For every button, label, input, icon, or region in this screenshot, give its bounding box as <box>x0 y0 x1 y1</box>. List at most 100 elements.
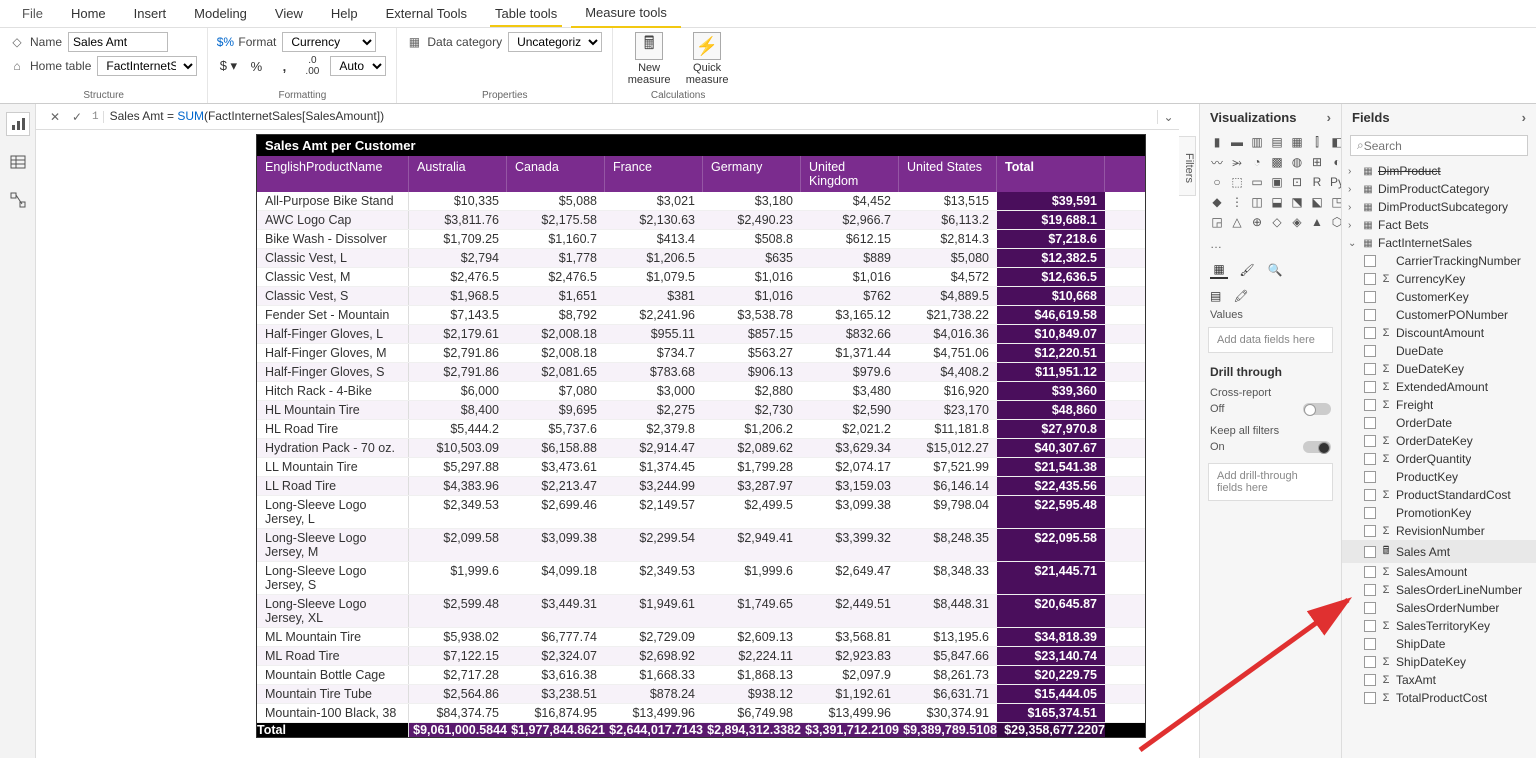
matrix-row[interactable]: Half-Finger Gloves, L$2,179.61$2,008.18$… <box>257 325 1145 344</box>
matrix-col-header[interactable]: Australia <box>409 156 507 192</box>
ribbon-tab-view[interactable]: View <box>261 0 317 27</box>
matrix-row[interactable]: Long-Sleeve Logo Jersey, M$2,099.58$3,09… <box>257 529 1145 562</box>
matrix-row[interactable]: Bike Wash - Dissolver$1,709.25$1,160.7$4… <box>257 230 1145 249</box>
matrix-col-header[interactable]: Germany <box>703 156 801 192</box>
field-checkbox[interactable] <box>1364 692 1376 704</box>
viz-more-button[interactable]: … <box>1200 233 1341 255</box>
viz-type-icon[interactable]: ◍ <box>1288 153 1306 171</box>
format-select[interactable]: Currency <box>282 32 376 52</box>
matrix-row[interactable]: HL Road Tire$5,444.2$5,737.6$2,379.8$1,2… <box>257 420 1145 439</box>
viz-type-icon[interactable]: ⊕ <box>1248 213 1266 231</box>
field-checkbox[interactable] <box>1364 453 1376 465</box>
fields-item[interactable]: SalesOrderNumber <box>1342 599 1536 617</box>
fields-item[interactable]: ΣDiscountAmount <box>1342 324 1536 342</box>
home-table-select[interactable]: FactInternetSales <box>97 56 197 76</box>
viz-type-icon[interactable]: ◫ <box>1248 193 1266 211</box>
fields-item[interactable]: ΣSalesOrderLineNumber <box>1342 581 1536 599</box>
viz-type-icon[interactable]: ⬕ <box>1308 193 1326 211</box>
viz-type-icon[interactable]: ⫿ <box>1308 133 1326 151</box>
currency-button[interactable]: $ ▾ <box>218 56 238 76</box>
drillthrough-well[interactable]: Add drill-through fields here <box>1208 463 1333 501</box>
ribbon-tab-file[interactable]: File <box>8 0 57 27</box>
fields-item[interactable]: ΣShipDateKey <box>1342 653 1536 671</box>
cross-report-toggle[interactable] <box>1303 403 1331 415</box>
fields-item[interactable]: ΣExtendedAmount <box>1342 378 1536 396</box>
matrix-row[interactable]: Half-Finger Gloves, S$2,791.86$2,081.65$… <box>257 363 1145 382</box>
fields-item[interactable]: ΣTotalProductCost <box>1342 689 1536 707</box>
field-checkbox[interactable] <box>1364 291 1376 303</box>
fields-item[interactable]: 🖩Sales Amt <box>1342 540 1536 563</box>
fields-item[interactable]: ΣRevisionNumber <box>1342 522 1536 540</box>
viz-type-icon[interactable]: ⋮ <box>1228 193 1246 211</box>
fields-item[interactable]: PromotionKey <box>1342 504 1536 522</box>
formula-input[interactable]: Sales Amt = SUM(FactInternetSales[SalesA… <box>104 109 1157 124</box>
decimals-select[interactable]: Auto <box>330 56 386 76</box>
matrix-row[interactable]: Long-Sleeve Logo Jersey, L$2,349.53$2,69… <box>257 496 1145 529</box>
matrix-row[interactable]: All-Purpose Bike Stand$10,335$5,088$3,02… <box>257 192 1145 211</box>
new-measure-button[interactable]: 🖩 New measure <box>623 32 675 86</box>
fields-item[interactable]: ΣFreight <box>1342 396 1536 414</box>
viz-type-icon[interactable]: ▦ <box>1288 133 1306 151</box>
percent-button[interactable]: % <box>246 56 266 76</box>
matrix-col-header-total[interactable]: Total <box>997 156 1105 192</box>
viz-type-icon[interactable]: ▬ <box>1228 133 1246 151</box>
fields-item[interactable]: ΣDueDateKey <box>1342 360 1536 378</box>
model-view-button[interactable] <box>6 188 30 212</box>
matrix-row[interactable]: Mountain Tire Tube$2,564.86$3,238.51$878… <box>257 685 1145 704</box>
matrix-visual[interactable]: Sales Amt per Customer EnglishProductNam… <box>256 134 1146 738</box>
matrix-row[interactable]: LL Road Tire$4,383.96$2,213.47$3,244.99$… <box>257 477 1145 496</box>
viz-type-icon[interactable]: ▣ <box>1268 173 1286 191</box>
formula-cancel-button[interactable]: ✕ <box>44 107 66 127</box>
fields-table[interactable]: ⌄▦FactInternetSales <box>1342 234 1536 252</box>
viz-type-icon[interactable]: ◲ <box>1208 213 1226 231</box>
field-checkbox[interactable] <box>1364 345 1376 357</box>
ribbon-tab-external[interactable]: External Tools <box>372 0 481 27</box>
ribbon-tab-modeling[interactable]: Modeling <box>180 0 261 27</box>
field-checkbox[interactable] <box>1364 471 1376 483</box>
fields-item[interactable]: ProductKey <box>1342 468 1536 486</box>
fields-item[interactable]: ΣCurrencyKey <box>1342 270 1536 288</box>
fields-table[interactable]: ›▦DimProduct <box>1342 162 1536 180</box>
fields-item[interactable]: OrderDate <box>1342 414 1536 432</box>
fields-item[interactable]: DueDate <box>1342 342 1536 360</box>
ribbon-tab-insert[interactable]: Insert <box>120 0 181 27</box>
field-checkbox[interactable] <box>1364 546 1376 558</box>
matrix-row[interactable]: Mountain-100 Black, 38$84,374.75$16,874.… <box>257 704 1145 723</box>
field-checkbox[interactable] <box>1364 584 1376 596</box>
field-checkbox[interactable] <box>1364 602 1376 614</box>
viz-type-icon[interactable]: ⭃ <box>1228 153 1246 171</box>
field-checkbox[interactable] <box>1364 399 1376 411</box>
viz-fields-tab[interactable]: ▦ <box>1210 261 1228 279</box>
matrix-row[interactable]: ML Road Tire$7,122.15$2,324.07$2,698.92$… <box>257 647 1145 666</box>
viz-type-icon[interactable]: ▥ <box>1248 133 1266 151</box>
matrix-col-header[interactable]: United States <box>899 156 997 192</box>
field-checkbox[interactable] <box>1364 638 1376 650</box>
viz-type-icon[interactable]: ⬔ <box>1288 193 1306 211</box>
viz-type-icon[interactable]: △ <box>1228 213 1246 231</box>
field-checkbox[interactable] <box>1364 507 1376 519</box>
fields-item[interactable]: ΣOrderQuantity <box>1342 450 1536 468</box>
matrix-row-header[interactable]: EnglishProductName <box>257 156 409 192</box>
fields-item[interactable]: ΣTaxAmt <box>1342 671 1536 689</box>
field-checkbox[interactable] <box>1364 381 1376 393</box>
quick-measure-button[interactable]: ⚡ Quick measure <box>681 32 733 86</box>
field-checkbox[interactable] <box>1364 489 1376 501</box>
fields-search-input[interactable] <box>1364 139 1521 153</box>
fields-item[interactable]: CustomerPONumber <box>1342 306 1536 324</box>
matrix-row[interactable]: Mountain Bottle Cage$2,717.28$3,616.38$1… <box>257 666 1145 685</box>
fields-item[interactable]: ΣSalesTerritoryKey <box>1342 617 1536 635</box>
field-checkbox[interactable] <box>1364 363 1376 375</box>
field-checkbox[interactable] <box>1364 435 1376 447</box>
values-well[interactable]: Add data fields here <box>1208 327 1333 353</box>
matrix-row[interactable]: Fender Set - Mountain$7,143.5$8,792$2,24… <box>257 306 1145 325</box>
viz-type-icon[interactable]: ⊞ <box>1308 153 1326 171</box>
ribbon-tab-table-tools[interactable]: Table tools <box>481 0 571 27</box>
report-canvas[interactable]: Sales Amt per Customer EnglishProductNam… <box>36 130 1179 754</box>
viz-type-icon[interactable]: ▮ <box>1208 133 1226 151</box>
fields-table[interactable]: ›▦DimProductSubcategory <box>1342 198 1536 216</box>
matrix-row[interactable]: Classic Vest, L$2,794$1,778$1,206.5$635$… <box>257 249 1145 268</box>
field-checkbox[interactable] <box>1364 525 1376 537</box>
formula-commit-button[interactable]: ✓ <box>66 107 88 127</box>
formula-expand-button[interactable]: ⌄ <box>1157 110 1179 124</box>
matrix-row[interactable]: Hitch Rack - 4-Bike$6,000$7,080$3,000$2,… <box>257 382 1145 401</box>
